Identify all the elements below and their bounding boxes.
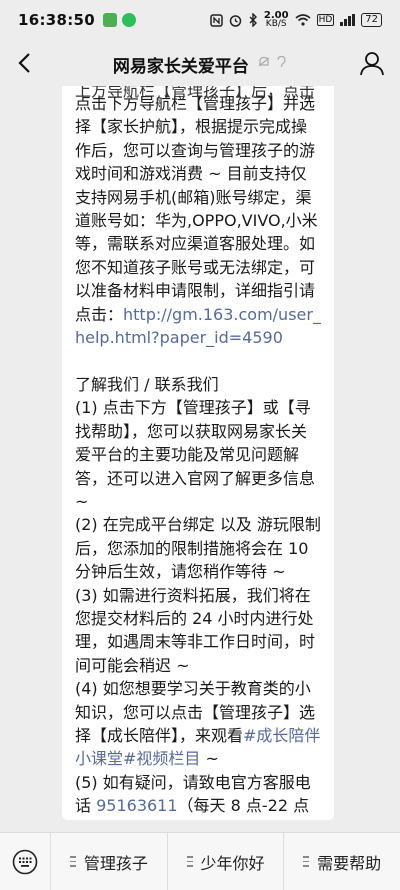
profile-button[interactable] [358, 49, 386, 77]
info-item-1: (1) 点击下方【管理孩子】或【寻找帮助】，您可以获取网易家长关爱平台的主要功能… [75, 398, 321, 511]
app-notification-icon [103, 13, 118, 27]
signal-icon [340, 14, 356, 26]
chat-header: 网易家长关爱平台 [0, 40, 400, 88]
menu-hello-youth[interactable]: 少年你好 [168, 833, 285, 890]
earpiece-icon [277, 55, 286, 68]
message-cut-line: 上方导航栏【管理孩子】后，点击 [75, 86, 316, 100]
message-bubble: 上方导航栏【管理孩子】后，点击 点击下方导航栏【管理孩子】并选择【家长护航】，根… [62, 86, 334, 820]
menu-label: 管理孩子 [83, 853, 148, 873]
keyboard-toggle-button[interactable] [0, 833, 51, 890]
info-item-3: (3) 如需进行资料拓展，我们将在您提交材料后的 24 小时内进行处理，如遇周末… [75, 585, 316, 675]
menu-label: 少年你好 [200, 853, 265, 873]
status-time: 16:38:50 [18, 11, 96, 29]
info-item-5: (5) 如有疑问，请致电官方客服电话 95163611（每天 8 点-22 点在… [75, 772, 311, 820]
menu-manage-children[interactable]: 管理孩子 [51, 833, 168, 890]
chat-title: 网易家长关爱平台 [112, 56, 249, 77]
nfc-icon [210, 13, 223, 27]
info-item-4: (4) 如您想要学习关于教育类的小知识，您可以点击【管理孩子】选择【成长陪伴】，… [75, 679, 321, 769]
back-arrow-icon [18, 53, 30, 73]
phone-link[interactable]: 95163611 [96, 796, 177, 815]
wifi-icon [295, 14, 311, 26]
person-icon [360, 52, 384, 76]
official-account-menu: 管理孩子 少年你好 需要帮助 [0, 832, 400, 890]
message-content: 点击下方导航栏【管理孩子】并选择【家长护航】，根据提示完成操作后，您可以查询与管… [75, 92, 322, 820]
section-title: 了解我们 / 联系我们 [75, 374, 219, 394]
hd-badge: HD [316, 14, 335, 26]
menu-need-help[interactable]: 需要帮助 [284, 833, 400, 890]
message-para1: 点击下方导航栏【管理孩子】并选择【家长护航】，根据提示完成操作后，您可以查询与管… [75, 94, 318, 324]
notification-icons [103, 13, 137, 27]
mute-bell-icon [258, 56, 270, 67]
battery-indicator: 72 [361, 13, 382, 27]
keyboard-icon [12, 849, 38, 874]
back-button[interactable] [10, 48, 40, 78]
status-right: 2.00 KB/S HD 72 [210, 11, 382, 29]
alarm-icon [229, 14, 242, 27]
menu-lines-icon [303, 856, 310, 867]
status-bar: 16:38:50 2.00 KB/S HD 72 [0, 0, 400, 40]
info-item-2: (2) 在完成平台绑定 以及 游玩限制后，您添加的限制措施将会在 10 分钟后生… [75, 515, 321, 582]
menu-label: 需要帮助 [317, 853, 382, 873]
bluetooth-icon [249, 13, 257, 27]
wechat-notification-icon [122, 13, 137, 27]
net-speed: 2.00 KB/S [263, 10, 289, 29]
menu-lines-icon [69, 856, 76, 867]
mute-icons [257, 55, 287, 73]
menu-lines-icon [186, 856, 193, 867]
